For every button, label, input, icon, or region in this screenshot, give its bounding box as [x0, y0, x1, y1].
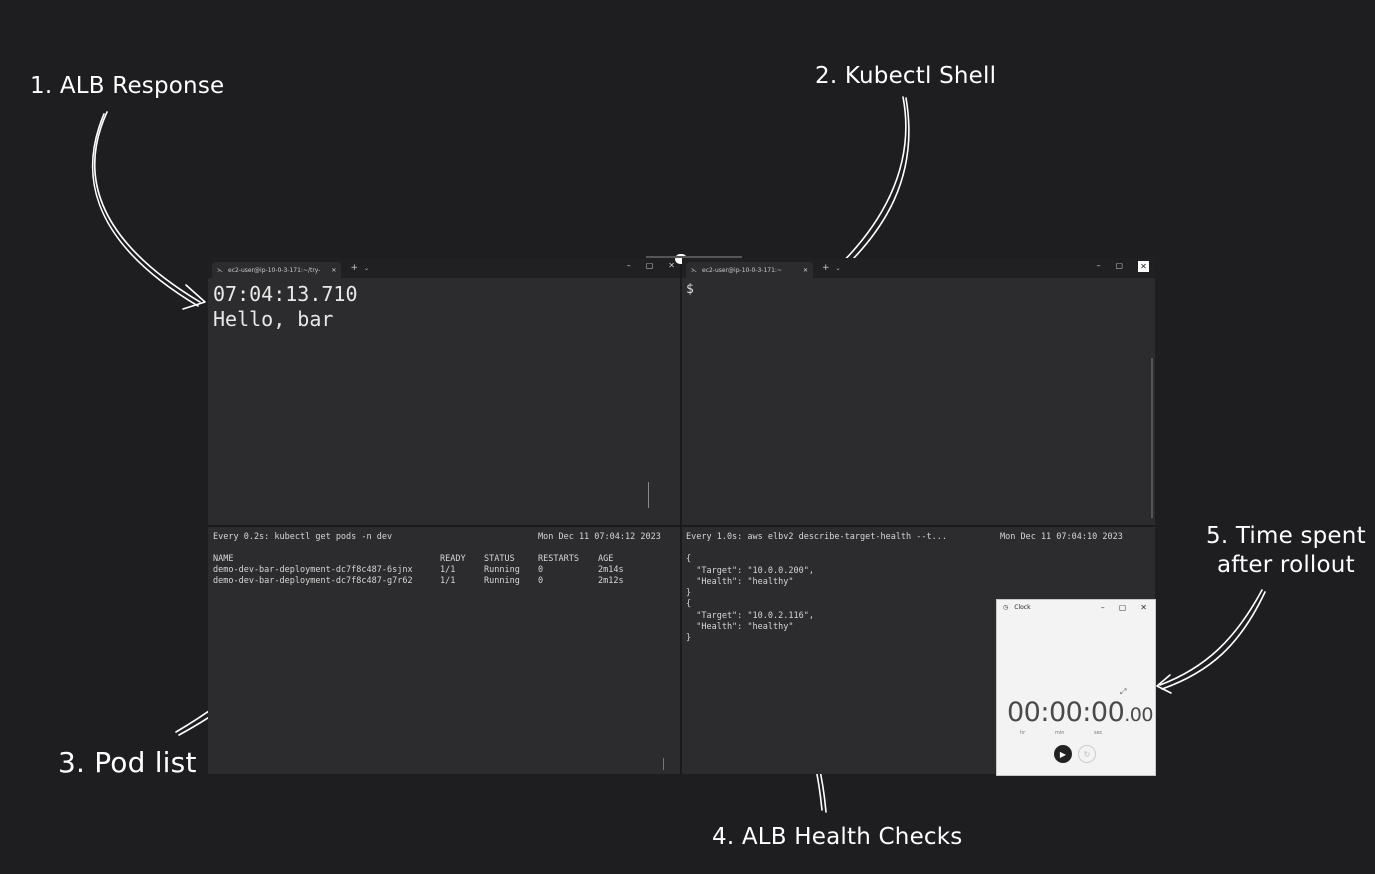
tab-close-icon[interactable]: ✕: [331, 267, 336, 274]
column-header-restarts: RESTARTS: [538, 554, 579, 564]
json-line: }: [686, 588, 692, 598]
arrow-alb-response: [93, 111, 201, 303]
pod-name: demo-dev-bar-deployment-dc7f8c487-g7r62: [213, 576, 413, 586]
column-header-name: NAME: [213, 554, 234, 564]
tab-title: ec2-user@ip-10-0-3-171:~: [702, 266, 782, 274]
play-icon: ▶: [1059, 749, 1067, 759]
pod-status: Running: [484, 565, 520, 575]
pane-divider: [682, 525, 1155, 527]
watch-header-time: Mon Dec 11 07:04:10 2023: [1000, 532, 1123, 542]
play-button[interactable]: ▶: [1054, 745, 1072, 763]
watch-header-command: Every 1.0s: aws elbv2 describe-target-he…: [686, 532, 947, 542]
pod-ready: 1/1: [440, 565, 456, 575]
new-tab-button[interactable]: +: [822, 263, 830, 273]
json-line: "Target": "10.0.2.116",: [686, 611, 814, 621]
new-tab-button[interactable]: +: [350, 263, 358, 273]
unit-min: min: [1055, 730, 1065, 736]
stopwatch-display: 00:00:00.00: [1007, 697, 1153, 728]
clock-window: ◷ Clock – ▢ ✕ ⤢ 00:00:00.00 hr min sec ▶…: [996, 599, 1156, 776]
pod-restarts: 0: [538, 565, 544, 575]
window-controls: – ▢ ✕: [627, 261, 675, 270]
stopwatch-centiseconds: .00: [1124, 704, 1153, 726]
tab-bar: ⋋ ec2-user@ip-10-0-3-171:~/try- ✕ + ⌄ – …: [208, 258, 681, 278]
tab-dropdown-icon[interactable]: ⌄: [836, 265, 841, 272]
clock-title: Clock: [1014, 604, 1031, 611]
pane-divider: [208, 525, 681, 527]
terminal-tab[interactable]: ⋋ ec2-user@ip-10-0-3-171:~ ✕: [686, 262, 813, 278]
powershell-icon: ⋋: [217, 266, 223, 274]
stopwatch-time: 00:00:00: [1007, 697, 1125, 728]
column-header-ready: READY: [440, 554, 466, 564]
reset-icon: ↻: [1083, 749, 1091, 759]
watch-header-time: Mon Dec 11 07:04:12 2023: [538, 532, 661, 542]
pod-status: Running: [484, 576, 520, 586]
close-button[interactable]: ✕: [668, 261, 675, 270]
pod-age: 2m12s: [598, 576, 624, 586]
pod-name: demo-dev-bar-deployment-dc7f8c487-6sjnx: [213, 565, 413, 575]
expand-icon[interactable]: ⤢: [1120, 687, 1126, 697]
terminal-tab[interactable]: ⋋ ec2-user@ip-10-0-3-171:~/try- ✕: [212, 262, 342, 278]
tab-close-icon[interactable]: ✕: [803, 267, 808, 274]
scrollbar[interactable]: [1151, 358, 1153, 518]
alb-response-body: Hello, bar: [213, 307, 334, 331]
terminal-window-left: ⋋ ec2-user@ip-10-0-3-171:~/try- ✕ + ⌄ – …: [208, 258, 681, 774]
json-line: "Health": "healthy": [686, 577, 794, 587]
unit-hr: hr: [1020, 730, 1026, 736]
clock-titlebar: ◷ Clock: [1003, 604, 1031, 611]
arrow-time-spent: [1159, 589, 1263, 686]
close-button[interactable]: ✕: [1140, 603, 1147, 612]
clock-app-icon: ◷: [1003, 604, 1009, 611]
clock-window-controls: – ▢ ✕: [1101, 603, 1147, 612]
pod-restarts: 0: [538, 576, 544, 586]
text-cursor: [648, 482, 649, 508]
tab-title: ec2-user@ip-10-0-3-171:~/try-: [228, 266, 321, 274]
column-header-status: STATUS: [484, 554, 515, 564]
tab-bar: ⋋ ec2-user@ip-10-0-3-171:~ ✕ + ⌄ – ▢ ✕: [682, 258, 1155, 278]
maximize-button[interactable]: ▢: [1115, 261, 1123, 272]
alb-response-time: 07:04:13.710: [213, 282, 358, 306]
json-line: {: [686, 554, 692, 564]
json-line: }: [686, 633, 692, 643]
reset-button[interactable]: ↻: [1078, 745, 1096, 763]
powershell-icon: ⋋: [691, 266, 697, 274]
unit-sec: sec: [1094, 730, 1103, 736]
minimize-button[interactable]: –: [1101, 603, 1105, 612]
minimize-button[interactable]: –: [627, 261, 631, 270]
maximize-button[interactable]: ▢: [1119, 603, 1127, 612]
minimize-button[interactable]: –: [1096, 261, 1100, 272]
pod-ready: 1/1: [440, 576, 456, 586]
json-line: "Health": "healthy": [686, 622, 794, 632]
shell-prompt[interactable]: $: [686, 282, 694, 297]
tab-dropdown-icon[interactable]: ⌄: [364, 265, 369, 272]
pod-age: 2m14s: [598, 565, 624, 575]
window-controls: – ▢ ✕: [1096, 261, 1149, 272]
watch-header-command: Every 0.2s: kubectl get pods -n dev: [213, 532, 393, 542]
close-button[interactable]: ✕: [1138, 261, 1149, 272]
column-header-age: AGE: [598, 554, 614, 564]
json-line: {: [686, 599, 692, 609]
maximize-button[interactable]: ▢: [646, 261, 654, 270]
json-line: "Target": "10.0.0.200",: [686, 566, 814, 576]
text-cursor: [663, 758, 664, 770]
